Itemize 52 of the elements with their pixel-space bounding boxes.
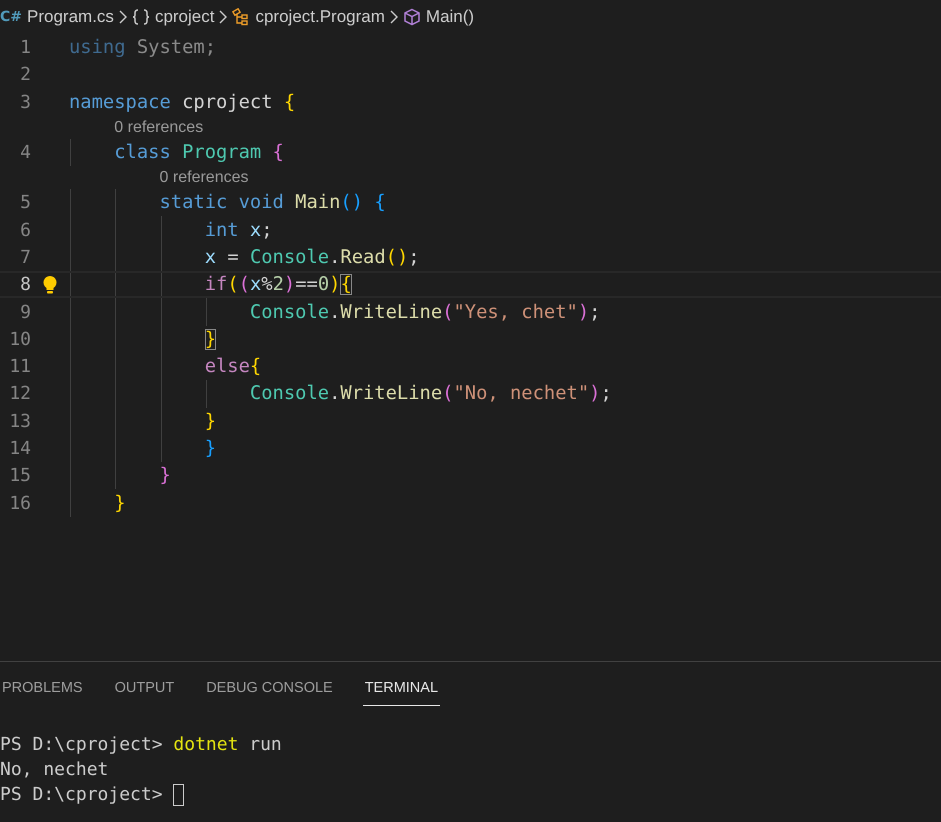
- line-number: 5: [19, 192, 31, 214]
- breadcrumb-item[interactable]: Program.cs: [27, 7, 114, 27]
- line-number: 7: [19, 246, 31, 268]
- code-line: }: [158, 465, 171, 486]
- chevron-icon: [388, 10, 399, 24]
- terminal-line: PS D:\cproject>: [0, 784, 164, 805]
- terminal-line: PS D:\cproject> dotnet run: [0, 734, 282, 755]
- code-line: }: [204, 328, 216, 350]
- panel-tab[interactable]: DEBUG CONSOLE: [204, 662, 335, 706]
- line-number: 15: [8, 465, 31, 486]
- line-number: 8: [19, 274, 31, 296]
- chevron-icon: [118, 10, 128, 24]
- codelens-text[interactable]: 0 references: [69, 166, 248, 190]
- line-number: 2: [19, 64, 31, 86]
- code-line: using System;: [69, 37, 216, 58]
- code-line: if((x%2)==0){: [204, 274, 352, 296]
- code-line: }: [204, 410, 216, 432]
- line-number: 10: [8, 328, 31, 350]
- panel-tab[interactable]: PROBLEMS: [0, 662, 85, 706]
- code-line: Console.WriteLine("Yes, chet");: [248, 302, 600, 323]
- panel-tab[interactable]: OUTPUT: [112, 662, 176, 706]
- code-line: }: [113, 492, 126, 514]
- line-number: 14: [8, 438, 31, 459]
- line-number: 1: [19, 37, 31, 58]
- code-line: static void Main() {: [158, 192, 386, 214]
- line-number: 4: [19, 142, 31, 164]
- codelens-text[interactable]: 0 references: [69, 116, 204, 139]
- terminal-line: No, nechet: [0, 759, 108, 780]
- file-type-icon: C#: [0, 9, 22, 25]
- code-line: else{: [204, 356, 262, 378]
- breadcrumb-item[interactable]: Main(): [426, 7, 474, 27]
- code-line: class Program {: [113, 142, 284, 164]
- code-line: namespace cproject {: [69, 92, 296, 113]
- line-number: 9: [19, 302, 31, 323]
- chevron-icon: [218, 10, 228, 24]
- breadcrumb-item[interactable]: cproject: [154, 7, 214, 27]
- class-icon: [232, 8, 250, 26]
- line-number: 16: [8, 492, 31, 514]
- line-number: 6: [19, 220, 31, 241]
- breadcrumb-item[interactable]: cproject.Program: [255, 7, 385, 27]
- line-number: 11: [8, 356, 31, 378]
- braces-icon: [132, 8, 150, 26]
- code-line: }: [204, 438, 216, 459]
- code-line: int x;: [204, 220, 273, 241]
- line-number: 12: [8, 383, 31, 404]
- panel-tab[interactable]: TERMINAL: [362, 662, 440, 706]
- code-line: x = Console.Read();: [204, 246, 420, 268]
- cube-icon: [402, 8, 421, 26]
- lightbulb-icon[interactable]: [42, 274, 58, 295]
- line-number: 13: [8, 410, 31, 432]
- code-line: Console.WriteLine("No, nechet");: [248, 383, 612, 404]
- line-number: 3: [19, 92, 31, 113]
